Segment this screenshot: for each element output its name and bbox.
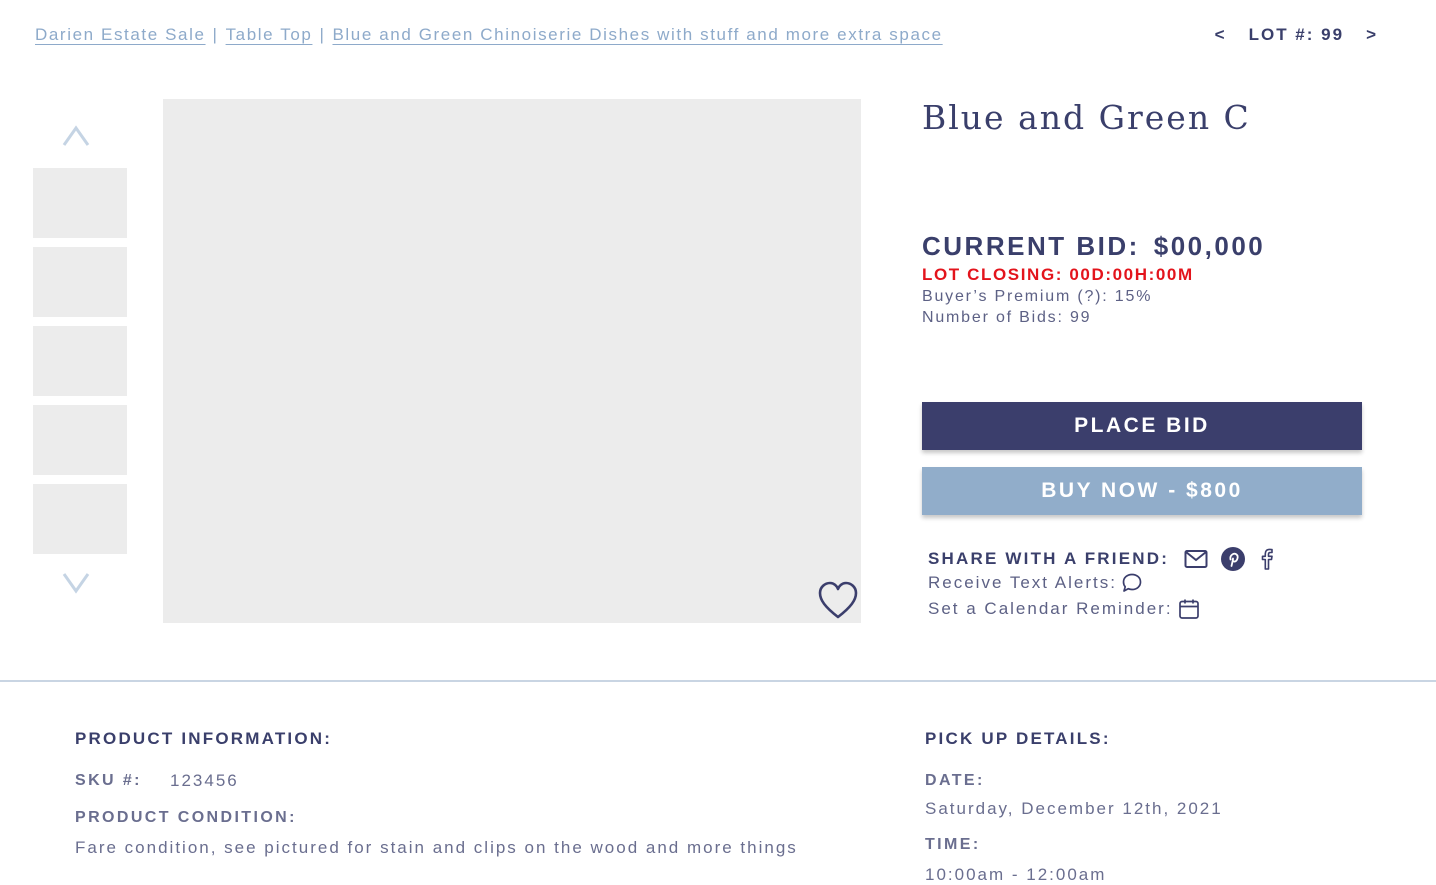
- pickup-time-label: TIME:: [925, 836, 981, 853]
- current-bid-label: CURRENT BID:: [922, 231, 1140, 261]
- thumbnail-2[interactable]: [33, 247, 127, 317]
- place-bid-button[interactable]: PLACE BID: [922, 402, 1362, 450]
- thumbnail-3[interactable]: [33, 326, 127, 396]
- lot-navigation: < LOT #: 99 >: [1215, 25, 1378, 45]
- main-product-image: [163, 99, 861, 623]
- heart-icon: [818, 581, 858, 619]
- calendar-reminder-row[interactable]: Set a Calendar Reminder:: [928, 597, 1201, 621]
- calendar-reminder-label: Set a Calendar Reminder:: [928, 599, 1173, 618]
- facebook-icon: [1261, 548, 1273, 570]
- breadcrumb: Darien Estate Sale | Table Top | Blue and Gr…: [35, 25, 943, 45]
- thumbnails-down-button[interactable]: [58, 568, 94, 598]
- sku-value: 123456: [170, 771, 239, 790]
- thumbnail-4[interactable]: [33, 405, 127, 475]
- lot-title: Blue and Green C: [922, 98, 1251, 137]
- pickup-time-value: 10:00am - 12:00am: [925, 865, 1107, 884]
- chevron-down-icon: [62, 573, 90, 594]
- product-condition-label: PRODUCT CONDITION:: [75, 809, 297, 826]
- product-information-heading: PRODUCT INFORMATION:: [75, 729, 333, 748]
- share-facebook-button[interactable]: [1258, 547, 1274, 571]
- thumbnail-5[interactable]: [33, 484, 127, 554]
- text-alerts-row[interactable]: Receive Text Alerts:: [928, 572, 1143, 594]
- thumbnail-1[interactable]: [33, 168, 127, 238]
- pinterest-icon: [1221, 547, 1246, 571]
- text-alerts-label: Receive Text Alerts:: [928, 573, 1117, 592]
- next-lot-button[interactable]: >: [1366, 25, 1378, 45]
- share-section: SHARE WITH A FRIEND:: [928, 546, 1274, 572]
- chevron-up-icon: [62, 125, 90, 146]
- lot-closing-countdown: LOT CLOSING: 00D:00H:00M: [922, 265, 1194, 284]
- product-condition-value: Fare condition, see pictured for stain a…: [75, 838, 798, 857]
- breadcrumb-separator: |: [319, 25, 326, 44]
- share-pinterest-button[interactable]: [1220, 546, 1246, 572]
- buy-now-button[interactable]: BUY NOW - $800: [922, 467, 1362, 515]
- buyers-premium: Buyer’s Premium (?): 15%: [922, 288, 1153, 305]
- share-email-button[interactable]: [1184, 549, 1208, 569]
- breadcrumb-separator: |: [212, 25, 219, 44]
- breadcrumb-link-sale[interactable]: Darien Estate Sale: [35, 25, 206, 44]
- previous-lot-button[interactable]: <: [1215, 25, 1227, 45]
- current-bid-value: $00,000: [1153, 231, 1266, 261]
- breadcrumb-link-item[interactable]: Blue and Green Chinoiserie Dishes with s…: [332, 25, 942, 44]
- section-divider: [0, 680, 1436, 682]
- thumbnails-up-button[interactable]: [58, 121, 94, 151]
- favorite-button[interactable]: [817, 580, 859, 622]
- lot-number: LOT #: 99: [1248, 25, 1345, 44]
- share-label: SHARE WITH A FRIEND:: [928, 549, 1170, 568]
- calendar-icon[interactable]: [1177, 597, 1201, 621]
- sku-label: SKU #:: [75, 772, 142, 789]
- current-bid: CURRENT BID: $00,000: [922, 231, 1265, 262]
- pickup-details-heading: PICK UP DETAILS:: [925, 729, 1111, 748]
- pickup-date-value: Saturday, December 12th, 2021: [925, 799, 1223, 818]
- number-of-bids: Number of Bids: 99: [922, 309, 1092, 326]
- mail-icon: [1184, 550, 1208, 568]
- chat-bubble-icon[interactable]: [1121, 572, 1143, 594]
- breadcrumb-link-category[interactable]: Table Top: [226, 25, 313, 44]
- pickup-date-label: DATE:: [925, 772, 985, 789]
